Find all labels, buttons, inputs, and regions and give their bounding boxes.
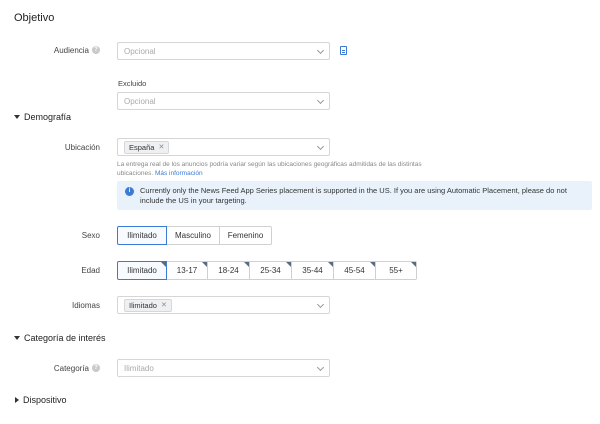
excluded-label: Excluido: [118, 79, 147, 88]
gender-label-text: Sexo: [81, 230, 100, 240]
age-option-label: 45-54: [344, 266, 365, 275]
category-select[interactable]: Ilimitado: [117, 359, 330, 377]
age-option-55-plus[interactable]: 55+: [375, 261, 417, 280]
age-option-label: Ilimitado: [127, 266, 157, 275]
demography-heading: Demografía: [24, 112, 72, 122]
excluded-select[interactable]: Opcional: [117, 92, 330, 110]
caret-down-icon: [14, 115, 20, 119]
help-icon[interactable]: ?: [92, 364, 100, 372]
location-label-text: Ubicación: [64, 142, 100, 152]
age-option-18-24[interactable]: 18-24: [207, 261, 250, 280]
info-banner: i Currently only the News Feed App Serie…: [117, 181, 592, 210]
location-tag-text: España: [129, 142, 155, 152]
languages-select[interactable]: Ilimitado ✕: [117, 296, 330, 314]
excluded-placeholder: Opcional: [124, 96, 156, 106]
age-option-label: 55+: [389, 266, 403, 275]
audience-label-text: Audiencia: [53, 45, 89, 55]
section-title-objetivo: Objetivo: [14, 12, 55, 24]
location-select[interactable]: España ✕: [117, 138, 330, 156]
info-icon: i: [125, 187, 134, 196]
age-option-ilimitado[interactable]: Ilimitado: [117, 261, 167, 280]
category-label: Categoría ?: [0, 362, 100, 374]
info-text: Currently only the News Feed App Series …: [140, 186, 567, 205]
languages-tag: Ilimitado ✕: [124, 298, 172, 312]
age-option-13-17[interactable]: 13-17: [166, 261, 208, 280]
corner-marker: [161, 262, 166, 267]
interest-toggle[interactable]: Categoría de interés: [14, 333, 106, 343]
location-hint: La entrega real de los anuncios podría v…: [117, 160, 457, 178]
audience-select[interactable]: Opcional: [117, 42, 330, 60]
chevron-down-icon: [316, 46, 325, 55]
gender-option-ilimitado[interactable]: Ilimitado: [117, 226, 167, 245]
demography-toggle[interactable]: Demografía: [14, 112, 71, 122]
caret-right-icon: [15, 397, 19, 403]
age-option-45-54[interactable]: 45-54: [333, 261, 376, 280]
languages-label: Idiomas: [0, 299, 100, 311]
corner-marker: [411, 262, 416, 267]
device-heading: Dispositivo: [23, 395, 67, 405]
more-info-link[interactable]: Más información: [155, 170, 203, 177]
gender-option-femenino[interactable]: Femenino: [219, 226, 272, 245]
category-placeholder: Ilimitado: [124, 363, 154, 373]
remove-tag-icon[interactable]: ✕: [158, 143, 164, 151]
age-label-text: Edad: [81, 265, 100, 275]
age-option-label: 13-17: [176, 266, 198, 275]
gender-label: Sexo: [0, 229, 100, 241]
audience-label: Audiencia ?: [0, 43, 100, 57]
device-toggle[interactable]: Dispositivo: [15, 395, 67, 405]
remove-tag-icon[interactable]: ✕: [161, 301, 167, 309]
age-option-35-44[interactable]: 35-44: [291, 261, 334, 280]
chevron-down-icon: [316, 142, 325, 151]
languages-tag-text: Ilimitado: [129, 300, 157, 310]
chevron-down-icon: [316, 300, 325, 309]
category-label-text: Categoría: [53, 363, 89, 373]
age-group: Ilimitado 13-17 18-24 25-34 35-44 45-54 …: [117, 261, 417, 280]
interest-heading: Categoría de interés: [24, 333, 106, 343]
location-label: Ubicación: [0, 140, 100, 154]
age-option-25-34[interactable]: 25-34: [249, 261, 292, 280]
age-label: Edad: [0, 264, 100, 276]
gender-group: Ilimitado Masculino Femenino: [117, 226, 272, 245]
age-option-label: 35-44: [302, 266, 323, 275]
chevron-down-icon: [316, 363, 325, 372]
document-icon[interactable]: [340, 46, 347, 55]
chevron-down-icon: [316, 96, 325, 105]
age-option-label: 18-24: [218, 266, 239, 275]
location-tag: España ✕: [124, 140, 170, 154]
help-icon[interactable]: ?: [92, 46, 100, 54]
caret-down-icon: [14, 336, 20, 340]
audience-placeholder: Opcional: [124, 46, 156, 56]
languages-label-text: Idiomas: [71, 300, 100, 310]
gender-option-masculino[interactable]: Masculino: [166, 226, 220, 245]
age-option-label: 25-34: [260, 266, 281, 275]
